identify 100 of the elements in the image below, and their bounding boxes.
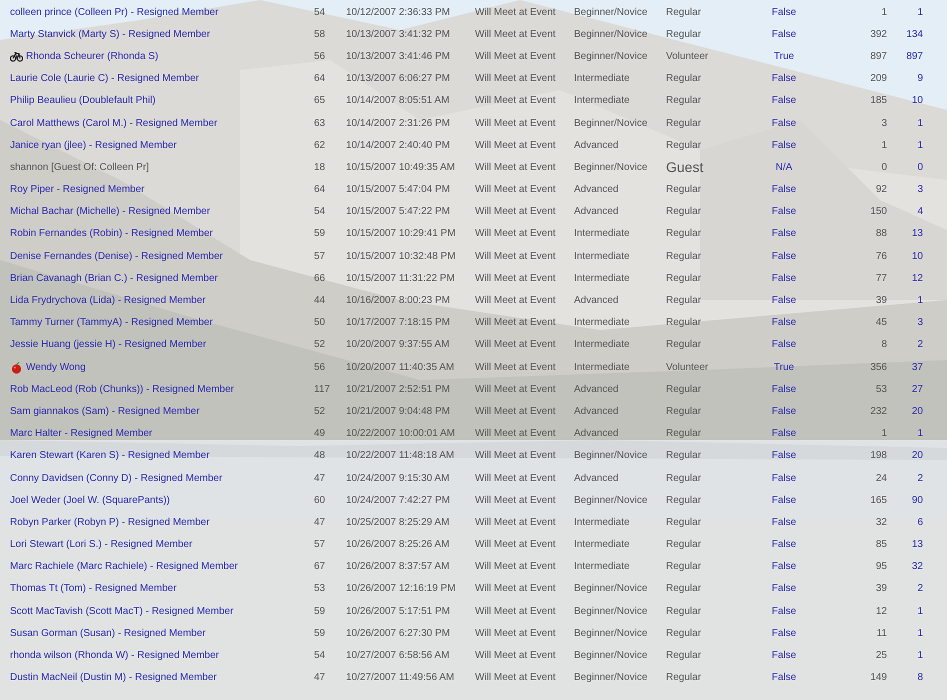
member-link[interactable]: Dustin MacNeil (Dustin M) - Resigned Member — [10, 672, 217, 684]
count-link[interactable]: 134 — [906, 28, 923, 40]
member-link[interactable]: Joel Weder (Joel W. (SquarePants)) — [10, 494, 170, 506]
count-link[interactable]: 0 — [917, 162, 923, 173]
member-link[interactable]: colleen prince (Colleen Pr) - Resigned Member — [10, 6, 218, 18]
member-link[interactable]: Susan Gorman (Susan) - Resigned Member — [10, 628, 206, 639]
volunteer-link[interactable]: False — [772, 250, 796, 262]
date-cell-text: 10/22/2007 10:00:01 AM — [346, 428, 456, 440]
count-link[interactable]: 13 — [912, 539, 923, 550]
count-link[interactable]: 1 — [917, 118, 923, 129]
count-link[interactable]: 37 — [912, 362, 923, 373]
member-link[interactable]: Robyn Parker (Robyn P) - Resigned Member — [10, 516, 210, 528]
volunteer-link[interactable]: False — [772, 339, 796, 350]
volunteer-link[interactable]: False — [772, 6, 796, 18]
volunteer-link[interactable]: False — [772, 428, 796, 440]
count-link[interactable]: 2 — [917, 472, 923, 484]
member-link[interactable]: Thomas Tt (Tom) - Resigned Member — [10, 583, 177, 594]
count-cell-text: 76 — [874, 250, 887, 262]
count-link[interactable]: 2 — [917, 339, 923, 350]
member-link[interactable]: Conny Davidsen (Conny D) - Resigned Member — [10, 472, 222, 484]
count-link[interactable]: 9 — [917, 73, 923, 84]
member-link[interactable]: Jessie Huang (jessie H) - Resigned Member — [10, 339, 206, 350]
volunteer-link[interactable]: False — [772, 628, 796, 639]
volunteer-link[interactable]: False — [772, 583, 796, 594]
member-link[interactable]: Marc Halter - Resigned Member — [10, 428, 152, 440]
type-cell-text: Regular — [666, 140, 702, 151]
count-link[interactable]: 27 — [912, 384, 923, 395]
count-link[interactable]: 2 — [917, 583, 923, 594]
count-link[interactable]: 1 — [917, 650, 923, 662]
count-link[interactable]: 10 — [912, 95, 923, 106]
volunteer-link[interactable]: False — [772, 450, 796, 462]
member-link[interactable]: Carol Matthews (Carol M.) - Resigned Member — [10, 118, 218, 129]
member-link[interactable]: Laurie Cole (Laurie C) - Resigned Member — [10, 73, 199, 84]
member-link[interactable]: Roy Piper - Resigned Member — [10, 184, 144, 196]
count-link[interactable]: 1 — [917, 295, 923, 306]
member-link[interactable]: Marc Rachiele (Marc Rachiele) - Resigned Member — [10, 561, 238, 572]
member-link[interactable]: Brian Cavanagh (Brian C.) - Resigned Member — [10, 272, 218, 284]
member-link[interactable]: Tammy Turner (TammyA) - Resigned Member — [10, 317, 213, 328]
volunteer-link[interactable]: False — [772, 118, 796, 129]
count-link[interactable]: 4 — [917, 206, 923, 218]
count-link[interactable]: 1 — [917, 140, 923, 151]
member-link[interactable]: Denise Fernandes (Denise) - Resigned Member — [10, 250, 223, 262]
volunteer-link[interactable]: False — [772, 539, 796, 550]
count-link[interactable]: 8 — [917, 672, 923, 684]
member-link[interactable]: Lori Stewart (Lori S.) - Resigned Member — [10, 539, 192, 550]
member-link[interactable]: Rob MacLeod (Rob (Chunks)) - Resigned Member — [10, 384, 234, 395]
volunteer-link[interactable]: False — [772, 406, 796, 417]
member-link[interactable]: Karen Stewart (Karen S) - Resigned Member — [10, 450, 210, 462]
member-link[interactable]: Scott MacTavish (Scott MacT) - Resigned Member — [10, 606, 234, 617]
count-link[interactable]: 13 — [912, 228, 923, 240]
member-link[interactable]: Robin Fernandes (Robin) - Resigned Member — [10, 228, 213, 240]
count-link[interactable]: 1 — [917, 6, 923, 18]
volunteer-link[interactable]: False — [772, 494, 796, 506]
date-cell-text: 10/24/2007 9:15:30 AM — [346, 472, 450, 484]
volunteer-link[interactable]: False — [772, 672, 796, 684]
volunteer-link[interactable]: False — [772, 650, 796, 662]
member-link[interactable]: Lida Frydrychova (Lida) - Resigned Member — [10, 295, 206, 306]
volunteer-link[interactable]: False — [772, 28, 796, 40]
count-link[interactable]: 1 — [917, 606, 923, 617]
count-link[interactable]: 1 — [917, 628, 923, 639]
member-link[interactable]: Michal Bachar (Michelle) - Resigned Member — [10, 206, 210, 218]
count-link[interactable]: 1 — [917, 428, 923, 440]
volunteer-link[interactable]: False — [772, 272, 796, 284]
member-link[interactable]: Marty Stanvick (Marty S) - Resigned Member — [10, 28, 210, 40]
volunteer-link[interactable]: True — [774, 362, 794, 373]
member-link[interactable]: Sam giannakos (Sam) - Resigned Member — [10, 406, 200, 417]
member-link[interactable]: Wendy Wong — [10, 360, 86, 374]
count-link[interactable]: 3 — [917, 184, 923, 196]
volunteer-link[interactable]: False — [772, 317, 796, 328]
age-cell-text: 48 — [314, 450, 326, 462]
count-link[interactable]: 90 — [912, 494, 923, 506]
volunteer-link[interactable]: True — [774, 50, 794, 62]
count-link[interactable]: 20 — [912, 450, 923, 462]
volunteer-link[interactable]: False — [772, 228, 796, 240]
volunteer-link[interactable]: False — [772, 384, 796, 395]
member-link[interactable]: rhonda wilson (Rhonda W) - Resigned Member — [10, 650, 219, 662]
volunteer-link[interactable]: False — [772, 140, 796, 151]
volunteer-link[interactable]: False — [772, 184, 796, 196]
count-link[interactable]: 897 — [906, 50, 923, 62]
volunteer-link[interactable]: False — [772, 206, 796, 218]
member-link[interactable]: Philip Beaulieu (Doublefault Phil) — [10, 95, 156, 106]
member-link[interactable]: Janice ryan (jlee) - Resigned Member — [10, 140, 177, 151]
age-cell-text: 52 — [314, 339, 326, 350]
count-link[interactable]: 6 — [917, 516, 923, 528]
count-link[interactable]: 32 — [912, 561, 923, 572]
member-link[interactable]: Rhonda Scheurer (Rhonda S) — [10, 50, 158, 62]
volunteer-link[interactable]: False — [772, 606, 796, 617]
volunteer-link[interactable]: False — [772, 95, 796, 106]
count-link[interactable]: 20 — [912, 406, 923, 417]
count-link[interactable]: 12 — [912, 272, 923, 284]
count-link[interactable]: 3 — [917, 317, 923, 328]
volunteer-link[interactable]: False — [772, 73, 796, 84]
count-link[interactable]: 10 — [912, 250, 923, 262]
volunteer-link[interactable]: False — [772, 516, 796, 528]
meeting-cell-text: Will Meet at Event — [475, 450, 557, 462]
volunteer-link[interactable]: N/A — [776, 162, 792, 173]
apple-icon — [10, 360, 23, 374]
volunteer-link[interactable]: False — [772, 295, 796, 306]
volunteer-link[interactable]: False — [772, 472, 796, 484]
volunteer-link[interactable]: False — [772, 561, 796, 572]
